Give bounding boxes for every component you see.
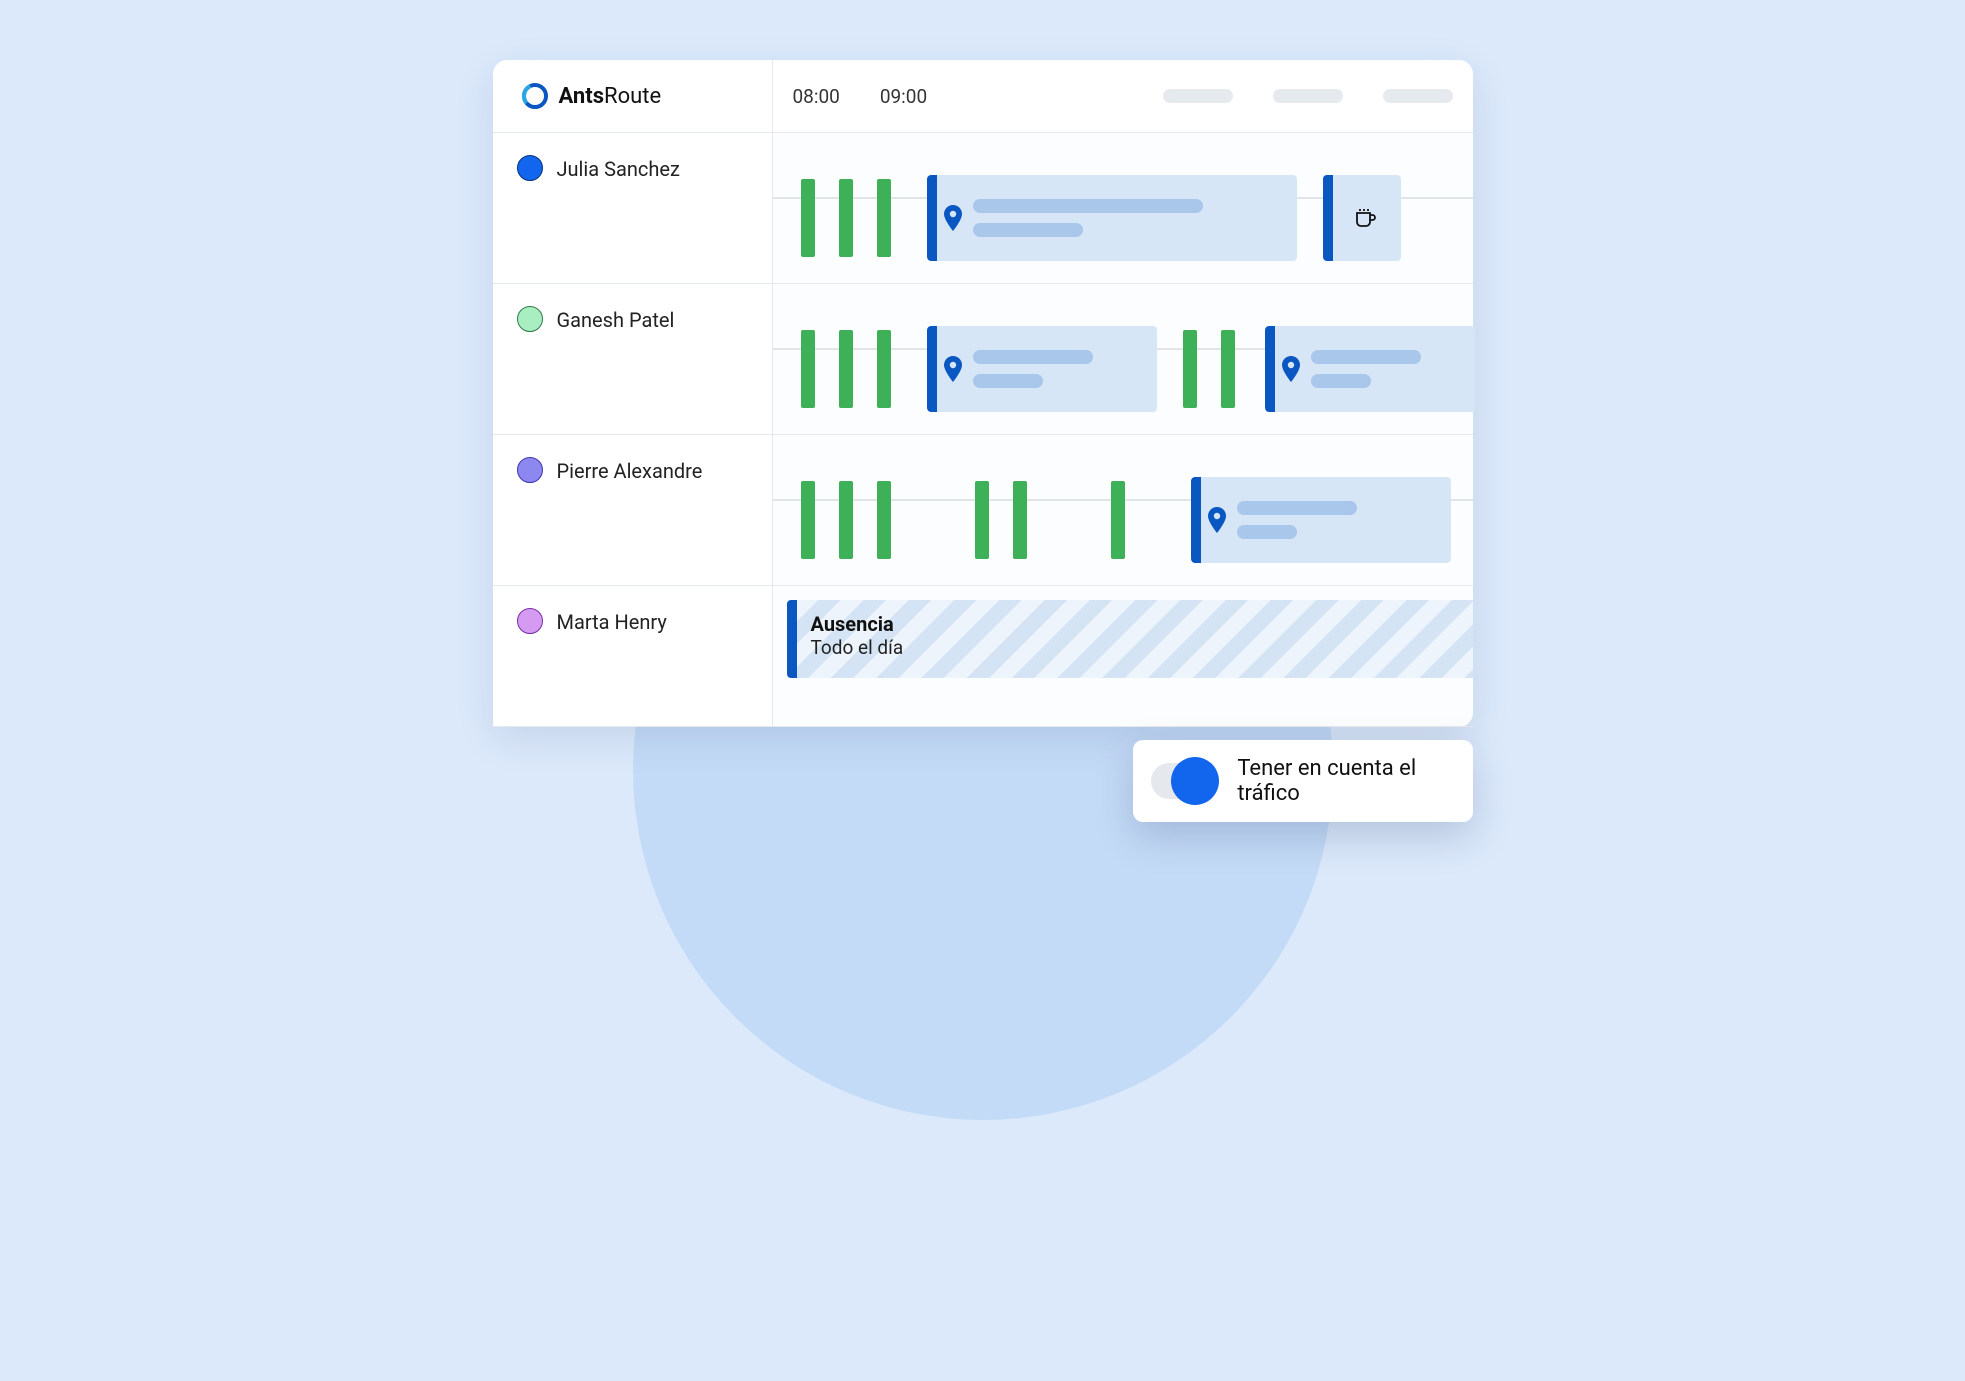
brand-text-light: Route [604, 84, 661, 109]
slot-marker[interactable] [1183, 330, 1197, 408]
slot-marker[interactable] [1221, 330, 1235, 408]
slot-marker[interactable] [877, 179, 891, 257]
agent-row: Ganesh Patel [493, 284, 1473, 435]
stop-card[interactable] [1265, 326, 1475, 412]
text-placeholder [1311, 350, 1421, 364]
header-row: AntsRoute 08:00 09:00 [493, 60, 1473, 133]
stop-card[interactable] [927, 175, 1297, 261]
agent-color-dot [517, 306, 543, 332]
agent-name: Julia Sanchez [557, 157, 680, 181]
coffee-cup-icon [1353, 205, 1379, 231]
time-placeholder [1163, 89, 1233, 103]
agent-name: Marta Henry [557, 610, 667, 634]
slot-marker[interactable] [877, 481, 891, 559]
slot-marker[interactable] [1013, 481, 1027, 559]
text-placeholder [1311, 374, 1371, 388]
time-placeholder [1383, 89, 1453, 103]
slot-marker[interactable] [877, 330, 891, 408]
stop-accent [927, 175, 937, 261]
agent-row: Marta Henry Ausencia Todo el día [493, 586, 1473, 727]
text-placeholder [973, 199, 1203, 213]
time-label-0: 08:00 [793, 85, 840, 108]
agent-color-dot [517, 155, 543, 181]
slot-marker[interactable] [801, 330, 815, 408]
slot-marker[interactable] [801, 179, 815, 257]
agent-timeline[interactable]: Ausencia Todo el día [773, 586, 1473, 726]
stop-accent [927, 326, 937, 412]
agent-cell[interactable]: Ganesh Patel [493, 284, 773, 434]
text-placeholder [973, 350, 1093, 364]
text-placeholder [1237, 525, 1297, 539]
schedule-card: AntsRoute 08:00 09:00 Julia Sanchez [493, 60, 1473, 727]
stop-card[interactable] [927, 326, 1157, 412]
agent-timeline[interactable] [773, 435, 1473, 585]
location-pin-icon [943, 356, 963, 382]
break-card[interactable] [1323, 175, 1401, 261]
absence-card[interactable]: Ausencia Todo el día [787, 600, 1473, 678]
agent-cell[interactable]: Pierre Alexandre [493, 435, 773, 585]
location-pin-icon [943, 205, 963, 231]
brand-text: AntsRoute [559, 84, 662, 109]
slot-marker[interactable] [801, 481, 815, 559]
slot-marker[interactable] [839, 481, 853, 559]
switch-knob [1171, 757, 1219, 805]
stop-accent [1191, 477, 1201, 563]
slot-marker[interactable] [1111, 481, 1125, 559]
agent-color-dot [517, 457, 543, 483]
stop-accent [787, 600, 797, 678]
agent-timeline[interactable] [773, 284, 1473, 434]
traffic-toggle-panel: Tener en cuenta el tráfico [1133, 740, 1473, 822]
agent-timeline[interactable] [773, 133, 1473, 283]
stop-card[interactable] [1191, 477, 1451, 563]
time-placeholder [1273, 89, 1343, 103]
timeline-header: 08:00 09:00 [773, 60, 1473, 132]
agent-color-dot [517, 608, 543, 634]
slot-marker[interactable] [975, 481, 989, 559]
slot-marker[interactable] [839, 179, 853, 257]
text-placeholder [973, 374, 1043, 388]
absence-subtitle: Todo el día [811, 636, 1467, 659]
agent-name: Ganesh Patel [557, 308, 675, 332]
agent-row: Julia Sanchez [493, 133, 1473, 284]
location-pin-icon [1281, 356, 1301, 382]
stop-accent [1265, 326, 1275, 412]
stop-accent [1323, 175, 1333, 261]
brand-text-bold: Ants [559, 84, 605, 109]
text-placeholder [1237, 501, 1357, 515]
location-pin-icon [1207, 507, 1227, 533]
agent-cell[interactable]: Julia Sanchez [493, 133, 773, 283]
agent-row: Pierre Alexandre [493, 435, 1473, 586]
absence-title: Ausencia [811, 612, 1467, 636]
time-label-1: 09:00 [880, 85, 927, 108]
agent-cell[interactable]: Marta Henry [493, 586, 773, 726]
traffic-toggle-label: Tener en cuenta el tráfico [1237, 756, 1442, 806]
text-placeholder [973, 223, 1083, 237]
brand-logo-icon [521, 82, 549, 110]
agent-name: Pierre Alexandre [557, 459, 703, 483]
slot-marker[interactable] [839, 330, 853, 408]
brand-area: AntsRoute [493, 60, 773, 132]
traffic-toggle-switch[interactable] [1151, 763, 1216, 799]
